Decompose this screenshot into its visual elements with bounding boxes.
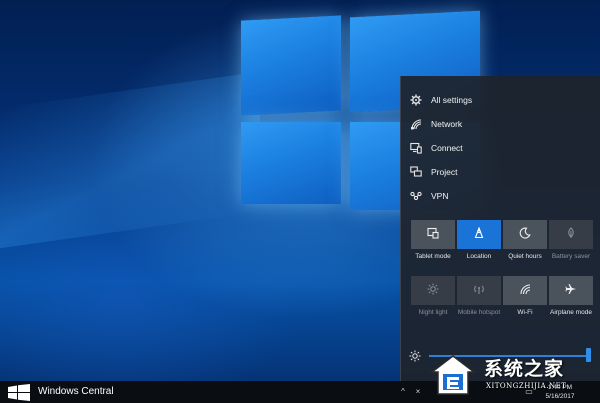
project-icon bbox=[409, 165, 423, 179]
tablet-mode-icon bbox=[427, 226, 439, 244]
moon-icon bbox=[519, 226, 531, 244]
network-label: Network bbox=[431, 119, 463, 129]
connect-icon bbox=[409, 141, 423, 155]
location-tile[interactable] bbox=[457, 220, 501, 249]
mobile-hotspot-tile[interactable] bbox=[457, 276, 501, 305]
wallpaper-light-beam bbox=[0, 71, 260, 249]
watermark-url: XITONGZHIJIA.NET bbox=[486, 382, 567, 390]
brightness-icon bbox=[409, 349, 421, 367]
battery-saver-label: Battery saver bbox=[551, 253, 591, 260]
action-center-panel: All settings Network Connect Project VPN… bbox=[400, 76, 600, 381]
connect-link[interactable]: Connect bbox=[409, 137, 589, 159]
watermark: 系统之家 XITONGZHIJIA.NET bbox=[428, 352, 600, 402]
battery-saver-icon bbox=[565, 226, 577, 244]
vpn-link[interactable]: VPN bbox=[409, 185, 589, 207]
vpn-label: VPN bbox=[431, 191, 449, 201]
network-icon bbox=[409, 117, 423, 131]
wifi-icon bbox=[519, 282, 531, 300]
location-icon bbox=[473, 225, 485, 244]
airplane-mode-tile[interactable] bbox=[549, 276, 593, 305]
wallpaper-window-pane bbox=[241, 122, 341, 204]
watermark-site-name: 系统之家 bbox=[484, 358, 565, 380]
network-link[interactable]: Network bbox=[409, 113, 589, 135]
quiet-hours-tile[interactable] bbox=[503, 220, 547, 249]
wifi-tile[interactable] bbox=[503, 276, 547, 305]
wallpaper-window-pane bbox=[241, 15, 341, 116]
watermark-logo-icon bbox=[428, 352, 478, 398]
project-link[interactable]: Project bbox=[409, 161, 589, 183]
connect-label: Connect bbox=[431, 143, 463, 153]
all-settings-label: All settings bbox=[431, 95, 473, 105]
all-settings-link[interactable]: All settings bbox=[409, 89, 589, 111]
gear-icon bbox=[409, 93, 423, 107]
night-light-tile[interactable] bbox=[411, 276, 455, 305]
brand-label: Windows Central bbox=[38, 386, 114, 397]
battery-saver-tile[interactable] bbox=[549, 220, 593, 249]
project-label: Project bbox=[431, 167, 458, 177]
sun-icon bbox=[427, 282, 439, 300]
chevron-up-icon[interactable]: ^ bbox=[398, 387, 408, 397]
hotspot-icon bbox=[473, 282, 485, 300]
vpn-icon bbox=[409, 189, 423, 203]
tablet-mode-tile[interactable] bbox=[411, 220, 455, 249]
close-icon[interactable]: × bbox=[413, 387, 423, 397]
windows-logo-icon bbox=[7, 384, 31, 401]
airplane-icon bbox=[565, 282, 577, 300]
airplane-mode-label: Airplane mode bbox=[550, 309, 592, 316]
